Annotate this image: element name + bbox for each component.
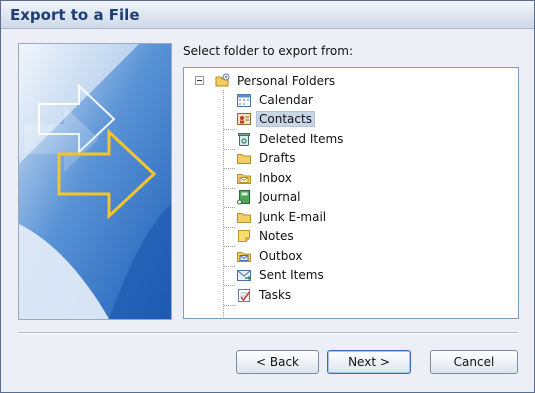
folder-icon — [237, 154, 251, 164]
wizard-arrows-graphic — [19, 44, 171, 319]
deleted-items-icon — [238, 133, 250, 146]
tree-item-sent-items[interactable]: Sent Items — [236, 266, 327, 284]
tree-item-label: Journal — [259, 190, 301, 204]
journal-icon — [237, 190, 250, 205]
notes-icon — [238, 230, 250, 242]
tree-item-contacts[interactable]: Contacts — [236, 110, 315, 128]
tree-item-label: Sent Items — [259, 268, 324, 282]
tree-item-notes[interactable]: Notes — [236, 227, 297, 245]
outbox-icon — [237, 252, 251, 262]
title-bar[interactable]: Export to a File — [1, 1, 534, 29]
tree-root-personal-folders[interactable]: Personal Folders — [214, 72, 338, 90]
tree-item-junk-email[interactable]: Junk E-mail — [236, 208, 329, 226]
folder-tree[interactable]: Personal Folders Calendar Contacts Delet… — [183, 67, 519, 319]
footer-separator — [18, 332, 518, 334]
contacts-icon — [237, 113, 251, 125]
tree-item-journal[interactable]: Journal — [236, 188, 304, 206]
tree-item-label: Notes — [259, 229, 294, 243]
tree-item-outbox[interactable]: Outbox — [236, 247, 305, 265]
tree-item-deleted-items[interactable]: Deleted Items — [236, 130, 346, 148]
inbox-icon — [237, 174, 251, 184]
tree-item-calendar[interactable]: Calendar — [236, 91, 316, 109]
personal-folders-icon — [215, 73, 230, 87]
folder-icon — [237, 213, 251, 223]
tree-item-tasks[interactable]: Tasks — [236, 286, 294, 304]
back-button[interactable]: < Back — [236, 350, 319, 374]
export-folder-prompt: Select folder to export from: — [183, 44, 353, 58]
cancel-button[interactable]: Cancel — [430, 350, 518, 374]
tree-item-label: Contacts — [256, 111, 315, 127]
tree-item-label: Tasks — [259, 288, 292, 302]
export-dialog: Export to a File Select folder to export… — [0, 0, 535, 393]
next-button[interactable]: Next > — [327, 350, 411, 374]
collapse-toggle[interactable] — [195, 76, 204, 85]
wizard-illustration — [18, 43, 172, 320]
tree-item-label: Calendar — [259, 93, 313, 107]
tree-item-label: Junk E-mail — [259, 210, 327, 224]
tasks-icon — [238, 289, 251, 302]
dialog-body: Select folder to export from: Personal F… — [1, 29, 534, 392]
tree-root-label: Personal Folders — [237, 74, 336, 88]
tree-connector-lines — [223, 90, 236, 318]
tree-item-label: Deleted Items — [259, 132, 344, 146]
tree-item-drafts[interactable]: Drafts — [236, 149, 299, 167]
tree-item-inbox[interactable]: Inbox — [236, 169, 295, 187]
tree-item-label: Drafts — [259, 151, 296, 165]
tree-item-label: Inbox — [259, 171, 292, 185]
sent-items-icon — [237, 270, 252, 281]
calendar-icon — [237, 94, 251, 107]
dialog-title: Export to a File — [10, 6, 140, 24]
tree-item-label: Outbox — [259, 249, 303, 263]
